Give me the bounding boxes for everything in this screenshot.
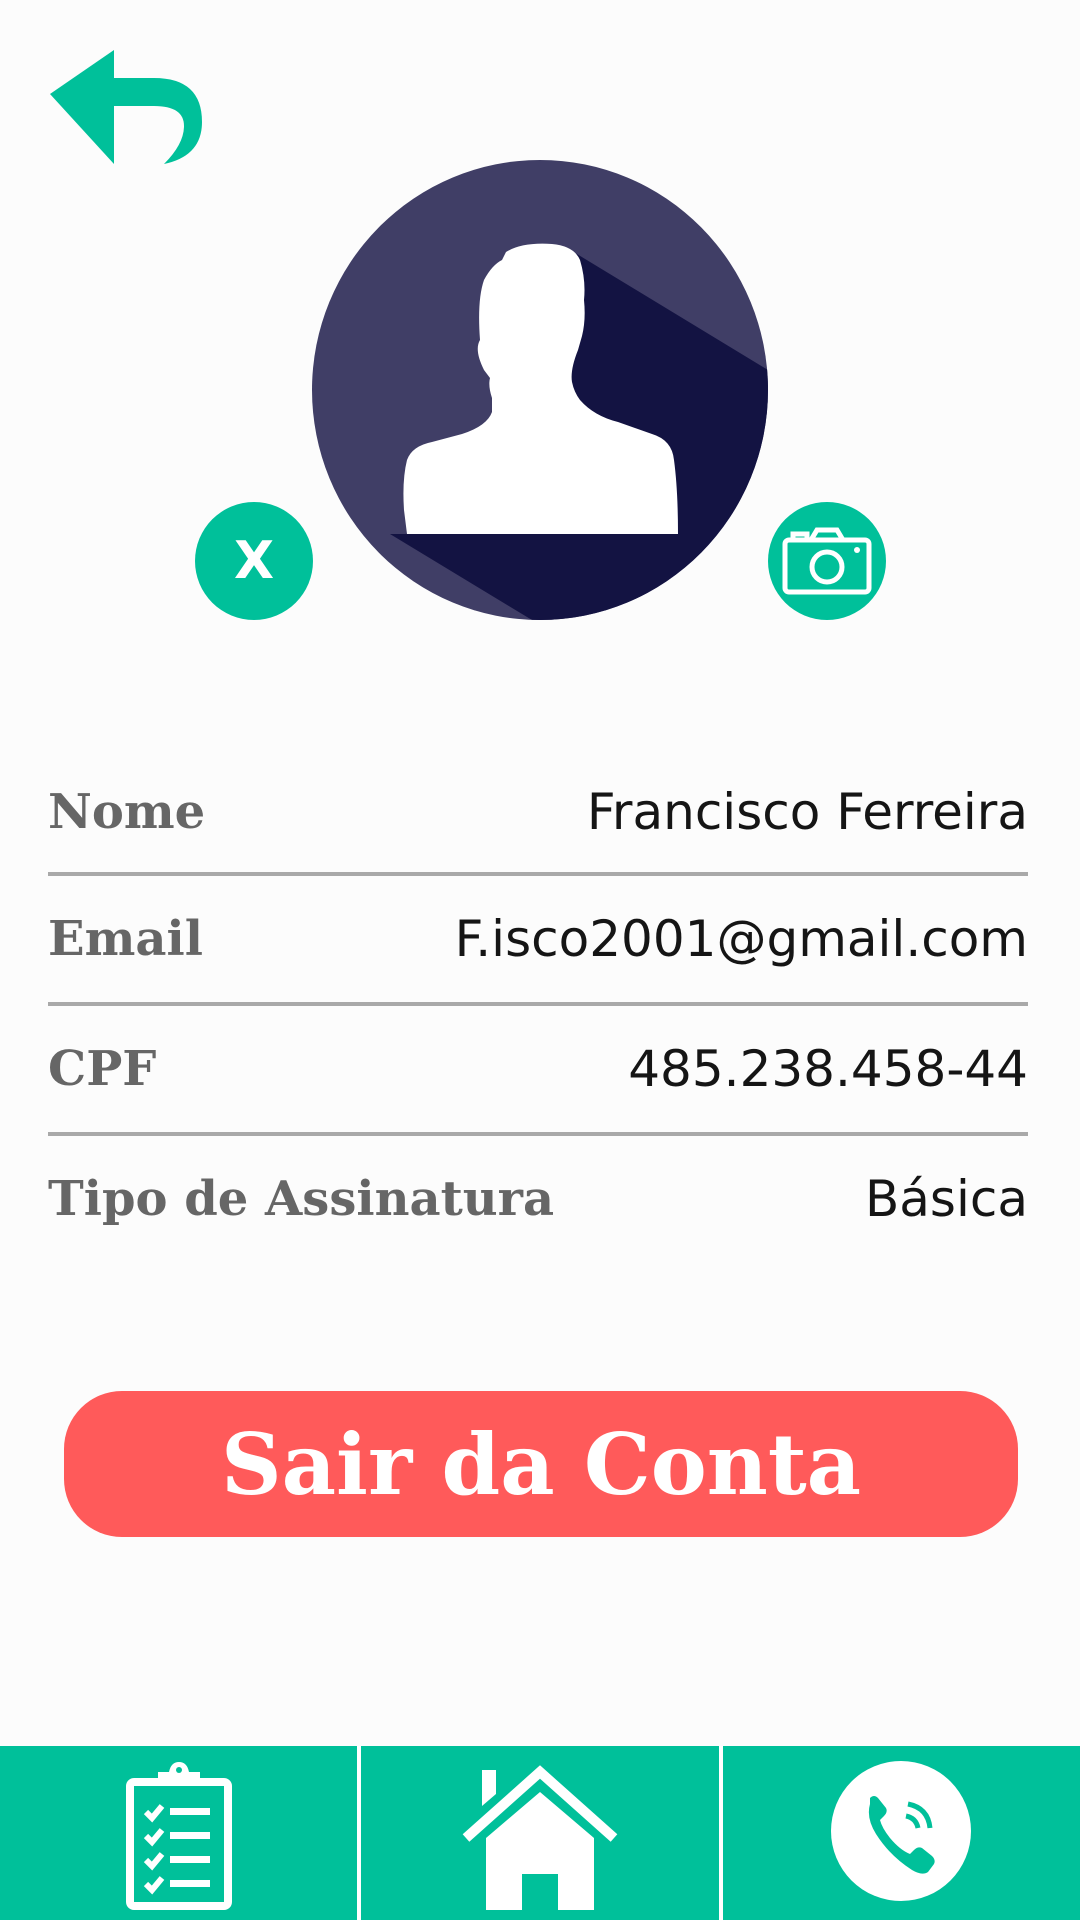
email-value: F.isco2001@gmail.com [454, 910, 1028, 968]
logout-label: Sair da Conta [220, 1414, 862, 1514]
camera-icon [782, 527, 872, 595]
phone-icon [831, 1761, 972, 1901]
home-icon [462, 1765, 618, 1910]
email-row: Email F.isco2001@gmail.com [48, 876, 1028, 1002]
user-silhouette-icon [312, 160, 768, 620]
logout-button[interactable]: Sair da Conta [64, 1391, 1018, 1537]
back-arrow-icon[interactable] [44, 44, 214, 174]
profile-screen: X Nome Francisco Ferreira Email F.isco20… [0, 0, 1080, 1920]
profile-info: Nome Francisco Ferreira Email F.isco2001… [48, 752, 1028, 1262]
bottom-nav [0, 1746, 1080, 1920]
change-photo-button[interactable] [768, 502, 886, 620]
name-row: Nome Francisco Ferreira [48, 752, 1028, 872]
remove-photo-button[interactable]: X [195, 502, 313, 620]
name-value: Francisco Ferreira [586, 783, 1028, 841]
clipboard-checklist-icon [125, 1762, 232, 1910]
subscription-row: Tipo de Assinatura Básica [48, 1136, 1028, 1262]
x-icon: X [233, 531, 275, 591]
nav-home[interactable] [357, 1746, 718, 1920]
avatar [312, 160, 768, 620]
cpf-label: CPF [48, 1041, 157, 1097]
cpf-value: 485.238.458-44 [628, 1040, 1028, 1098]
nav-call[interactable] [718, 1746, 1080, 1920]
subscription-label: Tipo de Assinatura [48, 1171, 555, 1227]
cpf-row: CPF 485.238.458-44 [48, 1006, 1028, 1132]
nav-tasks[interactable] [0, 1746, 357, 1920]
subscription-value: Básica [864, 1170, 1028, 1228]
name-label: Nome [48, 784, 206, 840]
email-label: Email [48, 911, 203, 967]
